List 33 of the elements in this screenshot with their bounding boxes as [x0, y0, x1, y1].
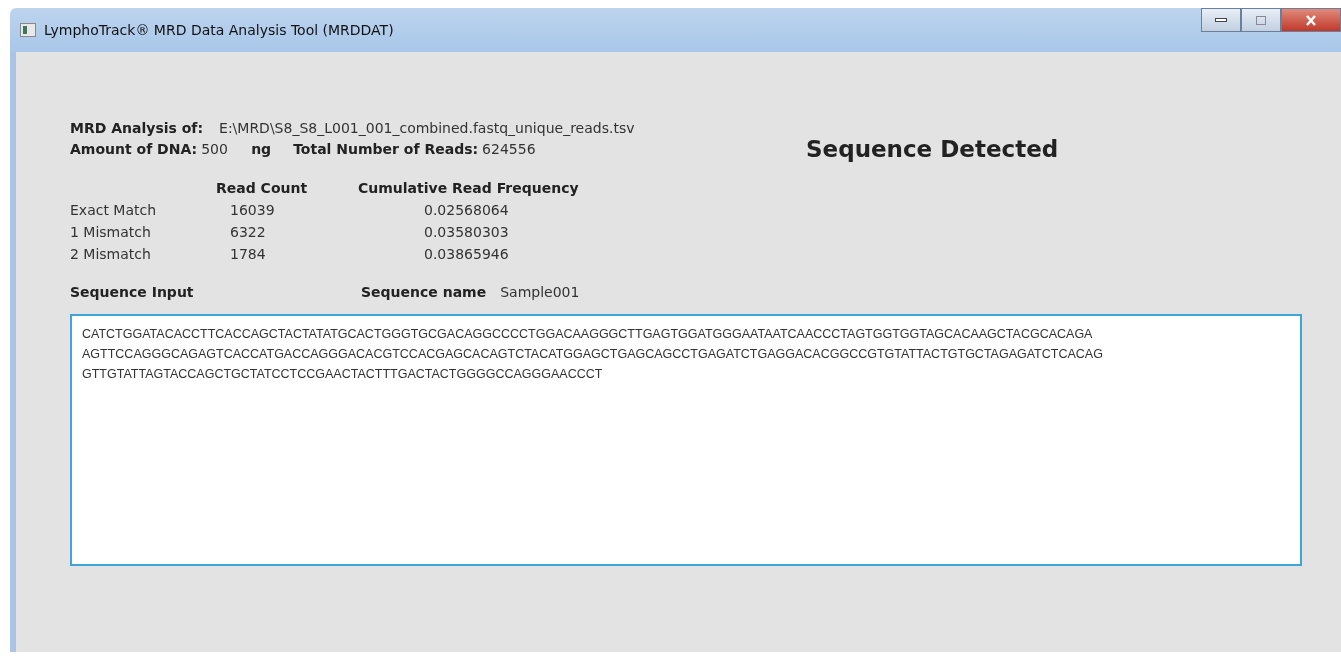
row-label: Exact Match: [70, 202, 158, 218]
table-cell-text: 0.03865946: [423, 246, 510, 262]
table-cell-text: 0.03580303: [423, 224, 510, 240]
app-icon: [20, 23, 36, 37]
minimize-button[interactable]: [1201, 8, 1241, 32]
close-icon: [1305, 14, 1317, 26]
maximize-icon: [1256, 15, 1266, 25]
table-cell-text: 6322: [229, 224, 267, 240]
field-label: Total Number of Reads:: [293, 141, 479, 157]
dna-amount: 500: [201, 141, 229, 157]
sequence-input-field[interactable]: [70, 314, 1302, 566]
sequence-text: AGTTCCAGGGCAGAGTCACCATGACCAGGGACACGTCCACGAGCACAGTCTACATGGAGCTGAGCAGCCTGAGATCTGAGGACACGGCCGTGTATTACTGTGCTAGAGATCTCACAG: [82, 346, 1104, 363]
sequence-name: Sample001: [500, 284, 580, 300]
unit-label: ng: [251, 141, 273, 157]
close-button[interactable]: [1281, 8, 1341, 32]
table-cell-text: 1784: [229, 246, 267, 262]
table-cell-text: 16039: [229, 202, 276, 218]
detection-status: Sequence Detected: [806, 136, 1059, 162]
window-title: LymphoTrack® MRD Data Analysis Tool (MRDDAT): [44, 22, 394, 38]
row-label: 2 Mismatch: [70, 246, 152, 262]
sequence-text: GTTGTATTAGTACCAGCTGCTATCCTCCGAACTACTTTGACTACTGGGGCCAGGGAACCCT: [82, 366, 604, 383]
table-cell-text: 0.02568064: [423, 202, 510, 218]
column-header: Read Count: [216, 180, 309, 196]
field-label: Sequence name: [361, 284, 487, 300]
minimize-icon: [1215, 17, 1227, 23]
field-label: Amount of DNA:: [70, 141, 198, 157]
row-label: 1 Mismatch: [70, 224, 152, 240]
total-reads: 624556: [482, 141, 536, 157]
sequence-text: CATCTGGATACACCTTCACCAGCTACTATATGCACTGGGTGCGACAGGCCCCTGGACAAGGGCTTGAGTGGATGGGAATAATCAACCCTAGTGGTGGTAGCACAAGCTACGCACAGA: [82, 326, 1094, 343]
field-label: MRD Analysis of:: [70, 120, 204, 136]
column-header: Cumulative Read Frequency: [358, 180, 580, 196]
file-path: E:\MRD\S8_S8_L001_001_combined.fastq_unique_reads.tsv: [219, 120, 635, 136]
section-label: Sequence Input: [70, 284, 195, 300]
